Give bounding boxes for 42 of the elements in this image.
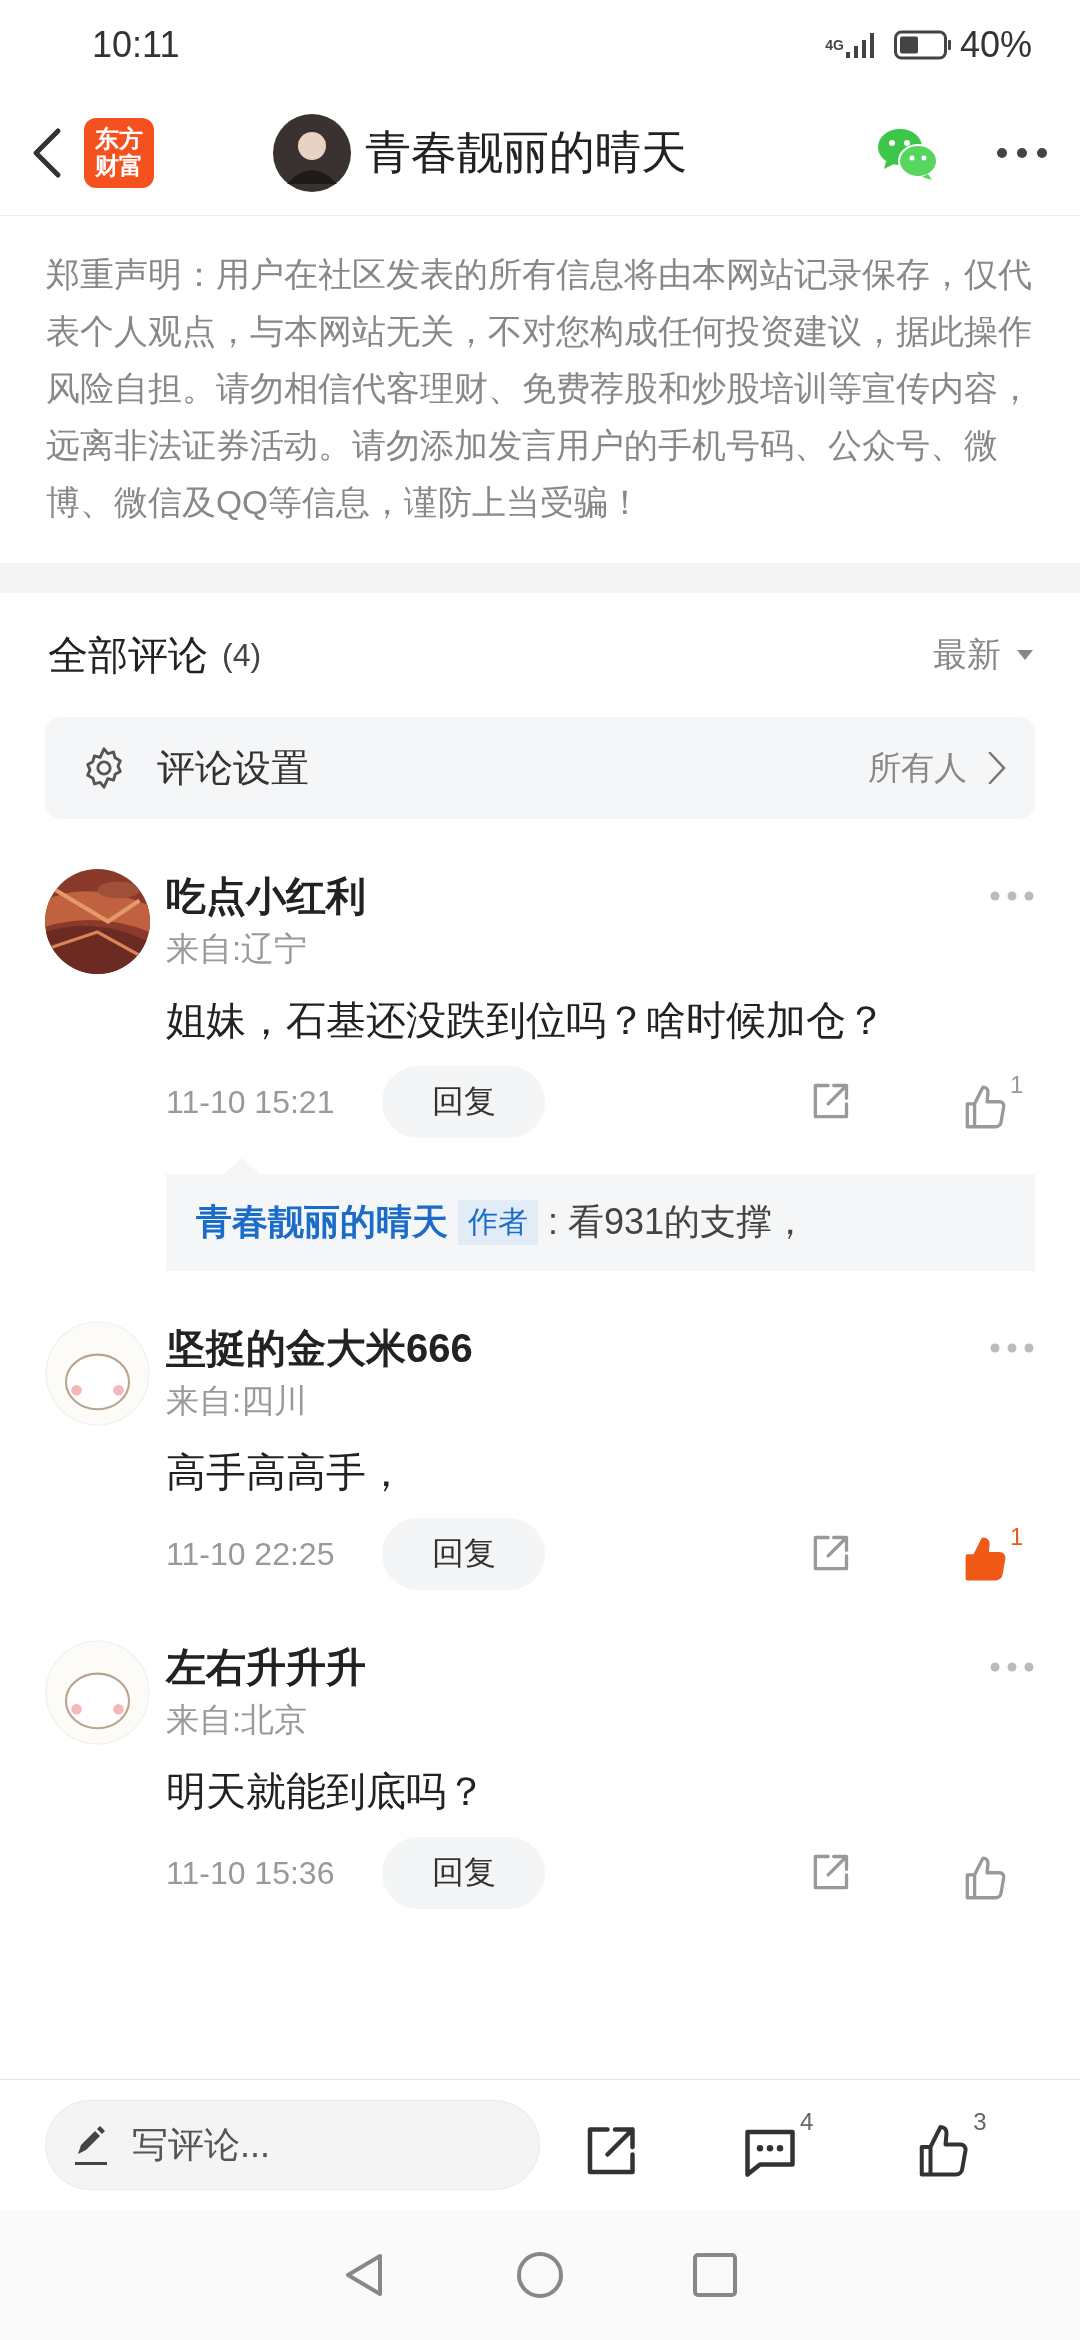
comment-text: 姐妹，石基还没跌到位吗？啥时候加仓？ [166, 997, 887, 1044]
page-title: 青春靓丽的晴天 [365, 124, 687, 180]
comment-time: 11-10 15:36 [166, 1854, 336, 1892]
recents-icon[interactable] [690, 2250, 740, 2300]
settings-value: 所有人 [868, 747, 967, 788]
comment-text: 高手高高手， [166, 1449, 407, 1496]
battery-percent: 40% [959, 24, 1032, 66]
disclaimer-text: 郑重声明：用户在社区发表的所有信息将由本网站记录保存，仅代表个人观点，与本网站无关，不对您构成任何投资建议，据此操作风险自担。请勿相信代客理财、免费荐股和炒股培训等宣传内容，远离非法证券活动。请勿添加发言用户的手机号码、公众号、微博、微信及QQ等信息，谨防上当受骗！ [45, 255, 1033, 523]
settings-label: 评论设置 [157, 745, 309, 791]
user-location: 来自:北京 [166, 1700, 309, 1740]
like-count: 1 [1010, 1071, 1024, 1099]
reply-author[interactable]: 青春靓丽的晴天 [196, 1198, 448, 1247]
chevron-icon [987, 750, 1007, 786]
user-location: 来自:辽宁 [166, 929, 309, 969]
avatar-icon[interactable] [273, 113, 351, 192]
reply-text: : 看931的支撑， [548, 1200, 809, 1244]
section-title: 全部评论 [48, 631, 208, 679]
clock: 10:11 [92, 24, 180, 66]
sort-dropdown[interactable]: 最新 [933, 632, 1035, 678]
comment-settings-row[interactable]: 评论设置 所有人 [45, 717, 1035, 819]
reply-button[interactable]: 回复 [382, 1837, 545, 1909]
avatar-icon [45, 1640, 150, 1745]
user-location: 来自:四川 [166, 1381, 309, 1421]
comment-time: 11-10 22:25 [166, 1535, 336, 1573]
user-name[interactable]: 吃点小红利 [166, 868, 366, 924]
comment-count: (4) [222, 636, 262, 674]
user-name[interactable]: 左右升升升 [166, 1639, 366, 1695]
home-icon[interactable] [515, 2250, 565, 2300]
comment-time: 11-10 15:21 [166, 1083, 336, 1121]
caret-icon [1015, 648, 1035, 662]
comment-text: 明天就能到底吗？ [166, 1768, 487, 1815]
comment-button[interactable]: 4 [740, 2108, 814, 2182]
reply-button[interactable]: 回复 [382, 1066, 545, 1138]
battery-icon [893, 30, 952, 60]
like-button[interactable]: 3 [913, 2108, 987, 2182]
avatar-icon [45, 1321, 150, 1426]
comment-input[interactable]: 写评论... [45, 2100, 540, 2190]
reply-button[interactable]: 回复 [382, 1518, 545, 1590]
network-type: 4G [825, 38, 844, 52]
user-name[interactable]: 坚挺的金大米666 [166, 1320, 473, 1376]
author-tag: 作者 [458, 1200, 538, 1245]
like-count: 1 [1010, 1523, 1024, 1551]
